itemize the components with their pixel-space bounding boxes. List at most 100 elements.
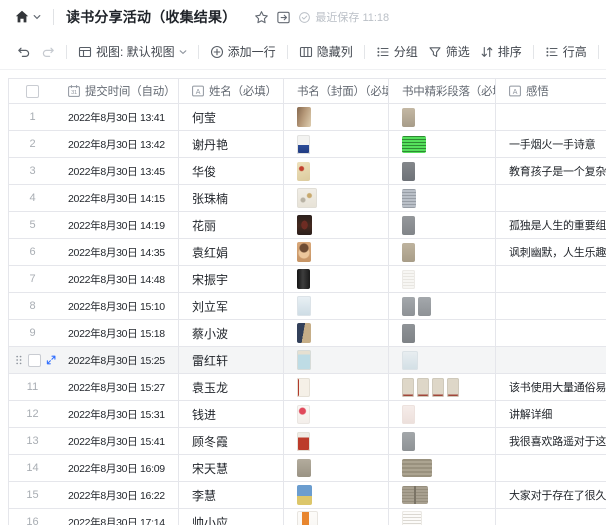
- table-row[interactable]: 1 2022年8月30日 13:41 何莹: [9, 104, 606, 131]
- cell-book-cover[interactable]: [284, 158, 389, 184]
- cell-name[interactable]: 宋天慧: [179, 455, 284, 481]
- cell-note[interactable]: [496, 104, 606, 130]
- cell-passages[interactable]: [389, 320, 496, 346]
- cell-passages[interactable]: [389, 428, 496, 454]
- cell-name[interactable]: 花丽: [179, 212, 284, 238]
- cell-name[interactable]: 蔡小波: [179, 320, 284, 346]
- book-cover-thumbnail[interactable]: [297, 323, 311, 343]
- book-cover-thumbnail[interactable]: [297, 485, 312, 505]
- book-cover-thumbnail[interactable]: [297, 296, 311, 316]
- passage-thumbnail[interactable]: [402, 162, 415, 181]
- cell-submit-time[interactable]: 2022年8月30日 15:31: [56, 401, 179, 427]
- add-row-button[interactable]: 添加一行: [205, 39, 281, 64]
- cell-passages[interactable]: [389, 158, 496, 184]
- cell-name[interactable]: 李慧: [179, 482, 284, 508]
- cell-note[interactable]: 教育孩子是一个复杂...: [496, 158, 606, 184]
- undo-button[interactable]: [12, 41, 36, 63]
- book-cover-thumbnail[interactable]: [297, 215, 312, 235]
- book-cover-thumbnail[interactable]: [297, 135, 310, 154]
- cell-book-cover[interactable]: [284, 266, 389, 292]
- column-header-note[interactable]: A 感悟: [496, 79, 606, 103]
- cell-passages[interactable]: [389, 266, 496, 292]
- cell-name[interactable]: 张珠楠: [179, 185, 284, 211]
- cell-name[interactable]: 钱进: [179, 401, 284, 427]
- cell-submit-time[interactable]: 2022年8月30日 16:09: [56, 455, 179, 481]
- cell-book-cover[interactable]: [284, 374, 389, 400]
- cell-note[interactable]: [496, 185, 606, 211]
- cell-book-cover[interactable]: [284, 212, 389, 238]
- table-row[interactable]: 11 2022年8月30日 15:27 袁玉龙 该书使用大量通俗易...: [9, 374, 606, 401]
- cell-passages[interactable]: [389, 455, 496, 481]
- cell-book-cover[interactable]: [284, 104, 389, 130]
- row-checkbox[interactable]: [28, 354, 41, 367]
- cell-passages[interactable]: [389, 131, 496, 157]
- cell-passages[interactable]: [389, 401, 496, 427]
- passage-thumbnail[interactable]: [402, 324, 415, 343]
- passage-thumbnail[interactable]: [402, 136, 426, 153]
- passage-thumbnail[interactable]: [402, 216, 415, 235]
- passage-thumbnail[interactable]: [418, 297, 431, 316]
- book-cover-thumbnail[interactable]: [297, 350, 311, 370]
- passage-thumbnail[interactable]: [402, 405, 415, 424]
- passage-thumbnail[interactable]: [447, 378, 459, 397]
- filter-button[interactable]: 筛选: [423, 39, 475, 64]
- cell-book-cover[interactable]: [284, 293, 389, 319]
- cell-passages[interactable]: [389, 509, 496, 525]
- table-row[interactable]: 4 2022年8月30日 14:15 张珠楠: [9, 185, 606, 212]
- table-row[interactable]: 2 2022年8月30日 13:42 谢丹艳 一手烟火一手诗意: [9, 131, 606, 158]
- book-cover-thumbnail[interactable]: [297, 242, 311, 262]
- table-row[interactable]: 9 2022年8月30日 15:18 蔡小波: [9, 320, 606, 347]
- cell-book-cover[interactable]: [284, 401, 389, 427]
- table-row[interactable]: 5 2022年8月30日 14:19 花丽 孤独是人生的重要组...: [9, 212, 606, 239]
- hide-fields-button[interactable]: 隐藏列: [294, 39, 358, 64]
- table-row[interactable]: 6 2022年8月30日 14:35 袁红娟 讽刺幽默，人生乐趣!: [9, 239, 606, 266]
- row-height-button[interactable]: 行高: [540, 39, 592, 64]
- passage-thumbnail[interactable]: [402, 351, 418, 370]
- cell-passages[interactable]: [389, 104, 496, 130]
- book-cover-thumbnail[interactable]: [297, 405, 310, 424]
- passage-thumbnail[interactable]: [402, 189, 416, 208]
- cell-submit-time[interactable]: 2022年8月30日 13:45: [56, 158, 179, 184]
- view-switcher[interactable]: 视图: 默认视图: [73, 39, 192, 64]
- select-all-checkbox[interactable]: [26, 85, 39, 98]
- cell-submit-time[interactable]: 2022年8月30日 15:18: [56, 320, 179, 346]
- cell-note[interactable]: [496, 347, 606, 373]
- cell-passages[interactable]: [389, 293, 496, 319]
- cell-submit-time[interactable]: 2022年8月30日 13:42: [56, 131, 179, 157]
- cell-note[interactable]: [496, 509, 606, 525]
- cell-note[interactable]: [496, 266, 606, 292]
- table-row[interactable]: 7 2022年8月30日 14:48 宋振宇: [9, 266, 606, 293]
- cell-name[interactable]: 袁红娟: [179, 239, 284, 265]
- expand-record-icon[interactable]: [46, 354, 56, 366]
- cell-submit-time[interactable]: 2022年8月30日 14:35: [56, 239, 179, 265]
- cell-book-cover[interactable]: [284, 428, 389, 454]
- cell-passages[interactable]: [389, 347, 496, 373]
- drag-handle-icon[interactable]: [15, 354, 23, 366]
- passage-thumbnail[interactable]: [432, 378, 444, 397]
- column-header-submit-time[interactable]: 31 提交时间（自动）: [56, 79, 179, 103]
- cell-note[interactable]: 讽刺幽默，人生乐趣!: [496, 239, 606, 265]
- table-row[interactable]: 10 2022年8月30日 15:25 雷红轩: [9, 347, 606, 374]
- book-cover-thumbnail[interactable]: [297, 459, 311, 477]
- table-row[interactable]: 8 2022年8月30日 15:10 刘立军: [9, 293, 606, 320]
- cell-submit-time[interactable]: 2022年8月30日 14:48: [56, 266, 179, 292]
- cell-submit-time[interactable]: 2022年8月30日 15:10: [56, 293, 179, 319]
- cell-note[interactable]: 大家对于存在了很久...: [496, 482, 606, 508]
- cell-name[interactable]: 顾冬霞: [179, 428, 284, 454]
- cell-name[interactable]: 袁玉龙: [179, 374, 284, 400]
- column-header-book-cover[interactable]: 书名（封面）（必填）: [284, 79, 389, 103]
- cell-name[interactable]: 宋振宇: [179, 266, 284, 292]
- table-row[interactable]: 16 2022年8月30日 17:14 帅小应: [9, 509, 606, 525]
- cell-submit-time[interactable]: 2022年8月30日 15:27: [56, 374, 179, 400]
- table-row[interactable]: 15 2022年8月30日 16:22 李慧 大家对于存在了很久...: [9, 482, 606, 509]
- cell-note[interactable]: [496, 293, 606, 319]
- book-cover-thumbnail[interactable]: [297, 378, 310, 397]
- cell-passages[interactable]: [389, 239, 496, 265]
- book-cover-thumbnail[interactable]: [297, 188, 317, 208]
- cell-book-cover[interactable]: [284, 482, 389, 508]
- cell-note[interactable]: [496, 320, 606, 346]
- table-row[interactable]: 13 2022年8月30日 15:41 顾冬霞 我很喜欢路遥对于这...: [9, 428, 606, 455]
- cell-book-cover[interactable]: [284, 185, 389, 211]
- home-button[interactable]: [14, 9, 41, 25]
- cell-note[interactable]: 一手烟火一手诗意: [496, 131, 606, 157]
